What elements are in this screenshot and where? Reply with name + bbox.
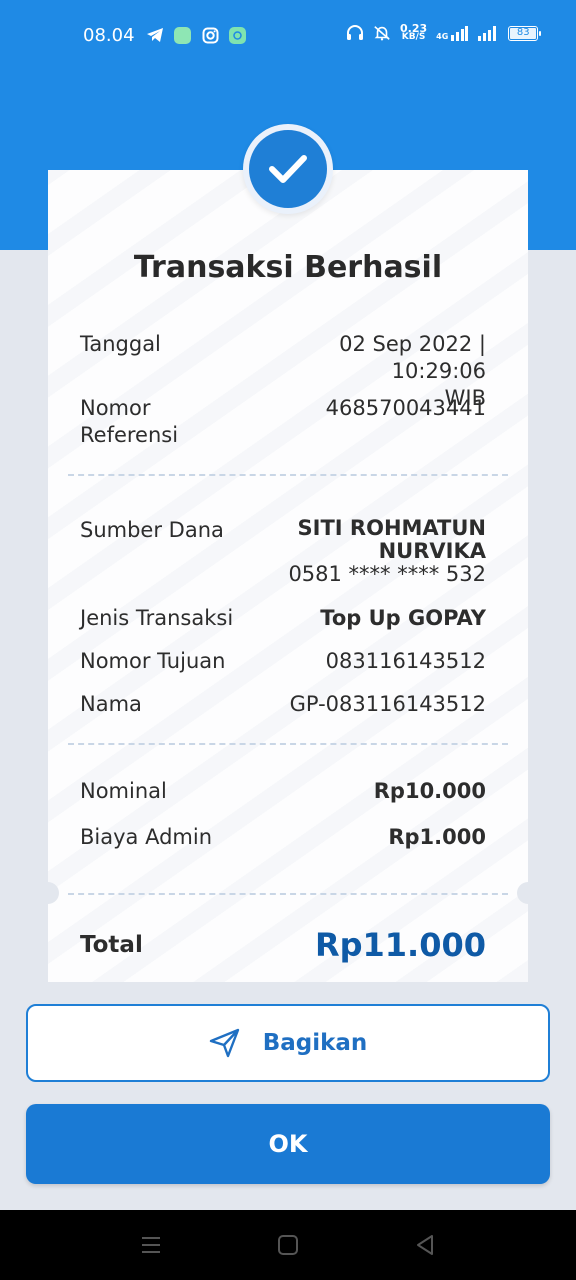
- dashed-divider: [68, 743, 508, 745]
- detail-row-biaya-admin: Biaya Admin Rp1.000: [80, 824, 486, 851]
- dashed-divider: [68, 474, 508, 476]
- detail-label: Sumber Dana: [80, 518, 224, 542]
- detail-row-nomor-tujuan: Nomor Tujuan 083116143512: [80, 648, 486, 675]
- share-button[interactable]: Bagikan: [26, 1004, 550, 1082]
- notification-icons: [146, 26, 246, 44]
- total-row: Total Rp11.000: [80, 926, 486, 964]
- network-speed: 0.23 KB/S: [400, 23, 427, 42]
- status-time: 08.04: [83, 25, 135, 46]
- detail-row-nominal: Nominal Rp10.000: [80, 778, 486, 805]
- detail-value: GP-083116143512: [289, 692, 486, 716]
- signal-4g: 4G: [436, 25, 469, 41]
- send-icon: [209, 1028, 239, 1058]
- detail-label: Nama: [80, 692, 142, 716]
- detail-row-nama: Nama GP-083116143512: [80, 691, 486, 718]
- detail-row-jenis-transaksi: Jenis Transaksi Top Up GOPAY: [80, 605, 486, 632]
- account-number: 0581 **** **** 532: [288, 562, 486, 586]
- home-icon[interactable]: [277, 1234, 299, 1260]
- app-notification-icon: [174, 26, 191, 44]
- share-button-label: Bagikan: [262, 1030, 368, 1056]
- status-bar: 08.04 0.23 KB/S 4G 83: [0, 0, 576, 72]
- total-label: Total: [80, 932, 143, 958]
- battery-level: 83: [516, 26, 530, 38]
- signal-strength-icon-2: [478, 26, 497, 41]
- signal-strength-icon: [451, 26, 469, 41]
- headphones-icon: [346, 24, 364, 42]
- checkmark-icon: [269, 155, 307, 183]
- mute-icon: [373, 24, 391, 42]
- total-value: Rp11.000: [314, 926, 486, 964]
- detail-value: 083116143512: [325, 649, 486, 673]
- system-icons: 0.23 KB/S 4G 83: [346, 23, 542, 42]
- detail-value: SITI ROHMATUN NURVIKA 0581 **** **** 532: [288, 517, 486, 586]
- detail-value: Rp10.000: [373, 779, 486, 803]
- page-title: Transaksi Berhasil: [133, 250, 443, 285]
- receipt-notch-right: [517, 882, 528, 904]
- network-type: 4G: [436, 32, 449, 41]
- dashed-divider: [68, 893, 508, 895]
- instagram-icon: [201, 26, 219, 44]
- system-navigation-bar: [0, 1210, 576, 1280]
- telegram-icon: [146, 26, 164, 44]
- detail-label: Biaya Admin: [80, 825, 213, 849]
- battery-icon: 83: [508, 25, 542, 41]
- success-badge: [243, 124, 333, 214]
- receipt-notch-left: [48, 882, 59, 904]
- account-name-line1: SITI ROHMATUN: [297, 516, 486, 540]
- detail-label: Jenis Transaksi: [80, 606, 234, 630]
- back-icon[interactable]: [414, 1234, 436, 1260]
- detail-label: Nominal: [80, 779, 167, 803]
- detail-value: Top Up GOPAY: [320, 606, 486, 630]
- detail-value: Rp1.000: [388, 825, 486, 849]
- detail-row-nomor-referensi: Nomor Referensi 468570043441: [80, 395, 486, 449]
- ok-button-label: OK: [268, 1130, 308, 1158]
- network-speed-unit: KB/S: [401, 32, 426, 42]
- detail-label: Nomor Tujuan: [80, 649, 226, 673]
- detail-label: Nomor Referensi: [80, 396, 179, 447]
- ok-button[interactable]: OK: [26, 1104, 550, 1184]
- detail-value: 468570043441: [325, 396, 486, 420]
- detail-row-sumber-dana: Sumber Dana SITI ROHMATUN NURVIKA 0581 *…: [80, 517, 486, 586]
- date-value: 02 Sep 2022 | 10:29:06: [339, 332, 486, 383]
- account-name-line2: NURVIKA: [378, 539, 486, 563]
- chat-app-icon: [229, 26, 246, 44]
- menu-icon[interactable]: [140, 1234, 162, 1260]
